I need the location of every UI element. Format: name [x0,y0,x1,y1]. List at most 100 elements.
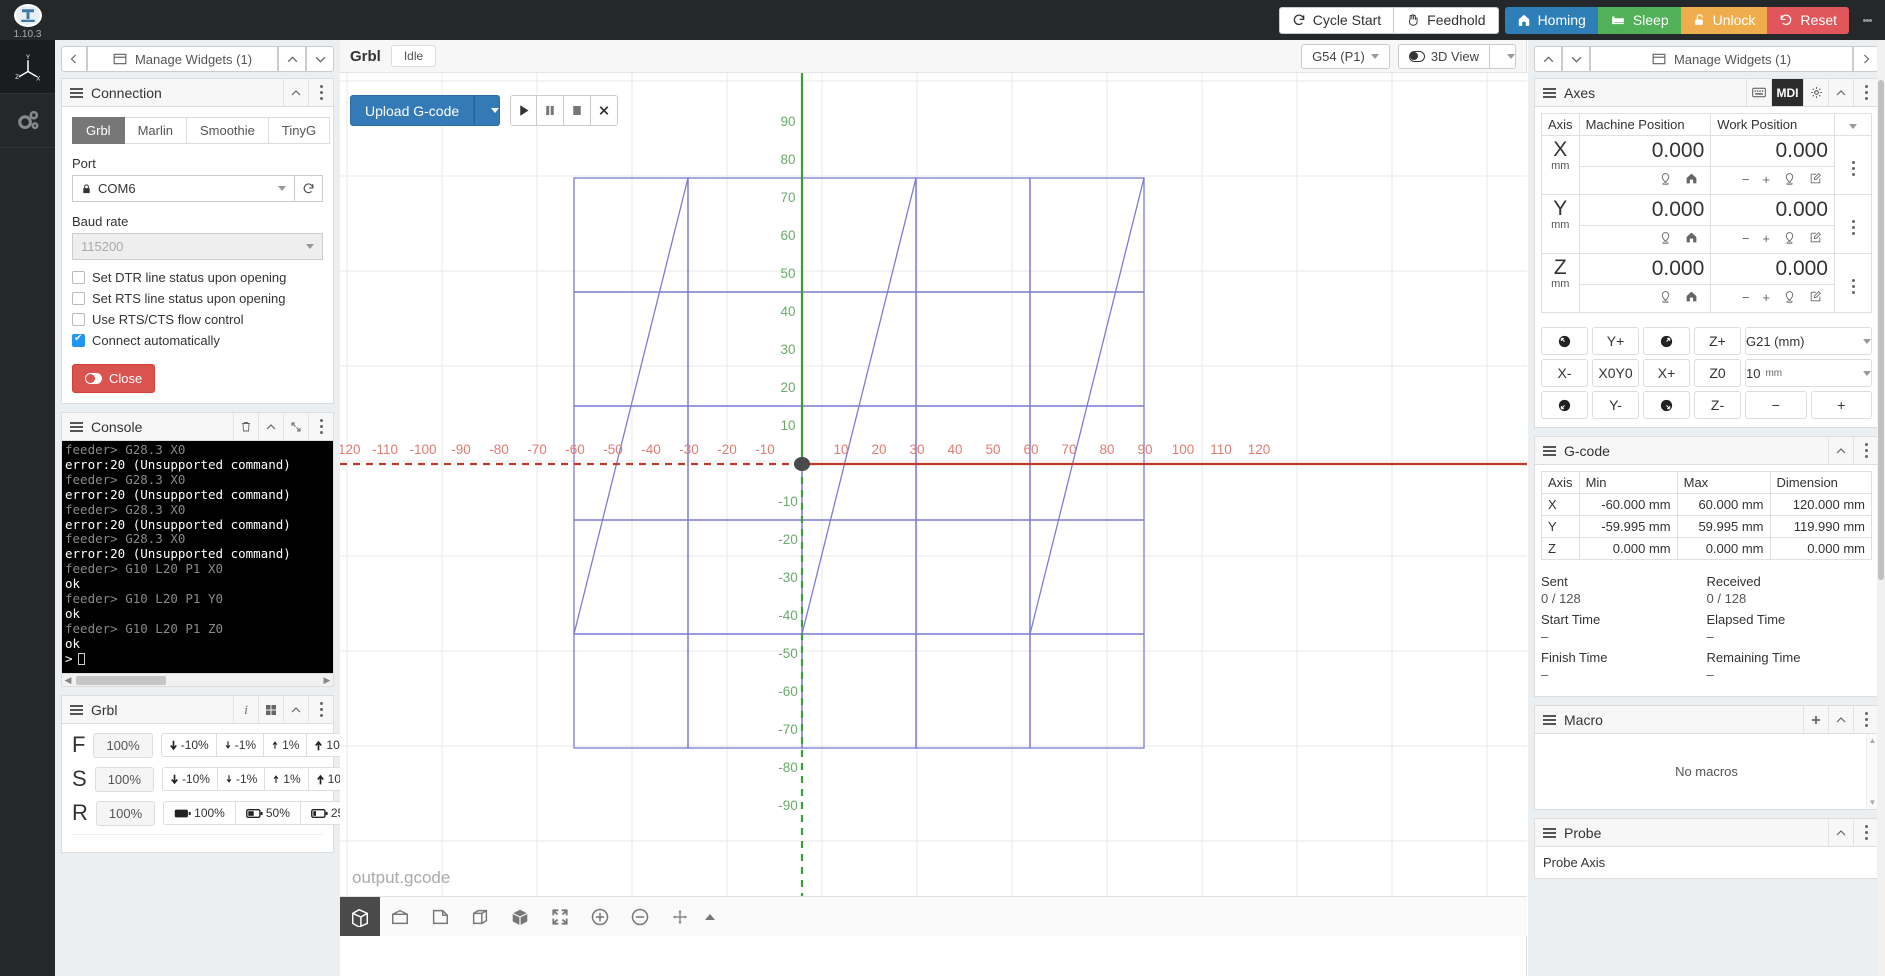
grbl-overflow-menu[interactable] [308,696,333,723]
checkbox-set-dtr[interactable] [72,271,85,284]
checkbox-auto-connect[interactable] [72,333,85,347]
tab-smoothie[interactable]: Smoothie [186,117,269,144]
upload-gcode-dropdown-button[interactable] [474,95,501,126]
jog-step-increase-button[interactable]: + [1810,391,1872,419]
feed-plus-1-button[interactable]: 1% [264,733,308,757]
feed-plus-10-button[interactable]: 10% [307,733,340,757]
macro-overflow-menu[interactable] [1853,706,1878,733]
rapid-25-button[interactable]: 25% [300,801,340,825]
spindle-minus-10-button[interactable]: -10% [161,767,218,791]
gcode-overflow-menu[interactable] [1853,437,1878,464]
jog-rotate-downleft-button[interactable] [1541,391,1588,419]
jog-x-plus-button[interactable]: X+ [1643,359,1690,387]
console-overflow-menu[interactable] [308,413,333,440]
grbl-info-button[interactable]: i [233,696,258,723]
decrement-x-icon[interactable]: − [1742,172,1750,189]
drag-handle-icon[interactable] [70,420,83,434]
view-front-icon[interactable] [420,897,460,937]
console-collapse-button[interactable] [258,413,283,440]
jog-z0-button[interactable]: Z0 [1694,359,1741,387]
zero-work-y-icon[interactable] [1783,231,1796,248]
axes-settings-button[interactable] [1803,79,1828,106]
checkbox-rtscts[interactable] [72,313,85,326]
view-right-icon[interactable] [460,897,500,937]
pause-button[interactable] [537,95,565,126]
jog-z-minus-button[interactable]: Z- [1694,391,1741,419]
wcs-select-button[interactable]: G54 (P1) [1301,43,1390,69]
drag-handle-icon[interactable] [1543,826,1556,840]
view-iso-icon[interactable] [500,897,540,937]
keypad-toggle-button[interactable] [1746,79,1771,106]
probe-overflow-menu[interactable] [1853,819,1878,846]
baud-rate-select[interactable]: 115200 [72,233,323,260]
drag-handle-icon[interactable] [70,86,83,100]
view-3d-icon[interactable] [340,896,380,936]
port-select[interactable]: COM6 [72,175,295,202]
jog-step-select[interactable]: 10 mm [1745,359,1872,387]
sidebar-item-workspace[interactable]: Y Z X [0,40,55,94]
feed-minus-1-button[interactable]: -1% [216,733,265,757]
tab-grbl[interactable]: Grbl [72,117,125,144]
edit-work-z-icon[interactable] [1809,290,1822,307]
close-file-button[interactable] [591,95,619,126]
homing-button[interactable]: Homing [1504,6,1598,34]
scroll-left-arrow-icon[interactable]: ◀ [62,675,74,686]
axis-menu-y[interactable] [1834,194,1872,254]
zoom-in-icon[interactable] [580,897,620,937]
scroll-down-arrow-icon[interactable]: ▼ [1869,798,1877,807]
scrollbar-thumb[interactable] [76,675,166,685]
gcode-collapse-button[interactable] [1828,437,1853,464]
collapse-left-panel-button[interactable] [61,46,87,72]
spindle-plus-1-button[interactable]: 1% [265,767,309,791]
sleep-button[interactable]: Sleep [1597,6,1681,34]
jog-step-decrease-button[interactable]: − [1745,391,1807,419]
manage-widgets-button-right[interactable]: Manage Widgets (1) [1590,46,1853,72]
close-connection-button[interactable]: Close [72,364,156,393]
jog-x-minus-button[interactable]: X- [1541,359,1588,387]
increment-x-icon[interactable]: + [1762,172,1770,189]
edit-work-x-icon[interactable] [1809,172,1822,189]
move-widget-down-button-left[interactable] [306,46,334,72]
sidebar-item-settings[interactable] [0,94,55,148]
add-macro-button[interactable] [1803,706,1828,733]
scrollbar-thumb[interactable] [1878,80,1884,580]
drag-handle-icon[interactable] [1543,86,1556,100]
jog-rotate-downright-button[interactable] [1643,391,1690,419]
reset-button[interactable]: Reset [1767,6,1849,34]
axes-col-menu[interactable] [1834,113,1872,136]
right-panel-scrollbar[interactable] [1877,40,1885,976]
decrement-y-icon[interactable]: − [1742,231,1750,248]
collapse-right-panel-button[interactable] [1853,46,1879,72]
view-mode-dropdown-button[interactable] [1490,43,1516,69]
unlock-button[interactable]: Unlock [1680,6,1768,34]
connection-overflow-menu[interactable] [308,79,333,106]
checkbox-row-auto-connect[interactable]: Connect automatically [72,333,323,348]
rapid-100-button[interactable]: 100% [163,801,236,825]
drag-handle-icon[interactable] [1543,444,1556,458]
spindle-minus-1-button[interactable]: -1% [217,767,266,791]
jog-y-minus-button[interactable]: Y- [1592,391,1639,419]
rapid-50-button[interactable]: 50% [235,801,301,825]
axes-collapse-button[interactable] [1828,79,1853,106]
move-widget-down-button-right[interactable] [1562,46,1590,72]
probe-collapse-button[interactable] [1828,819,1853,846]
topbar-overflow-menu[interactable] [1853,0,1881,40]
connection-collapse-button[interactable] [283,79,308,106]
decrement-z-icon[interactable]: − [1742,290,1750,307]
view-mode-button[interactable]: 3D View [1397,43,1490,69]
axis-menu-z[interactable] [1834,253,1872,313]
feed-minus-10-button[interactable]: -10% [160,733,217,757]
console-clear-button[interactable] [233,413,258,440]
cncjs-logo-icon[interactable] [13,4,42,27]
upload-gcode-button[interactable]: Upload G-code [350,95,475,126]
zero-work-z-icon[interactable] [1783,290,1796,307]
checkbox-set-rts[interactable] [72,292,85,305]
console-expand-button[interactable] [283,413,308,440]
scroll-up-arrow-icon[interactable]: ▲ [1869,736,1877,745]
console-prompt-line[interactable]: > [65,651,330,667]
tab-tinyg[interactable]: TinyG [268,117,331,144]
axis-menu-x[interactable] [1834,135,1872,195]
jog-rotate-upleft-button[interactable] [1541,327,1588,355]
checkbox-row-set-dtr[interactable]: Set DTR line status upon opening [72,270,323,285]
checkbox-row-set-rts[interactable]: Set RTS line status upon opening [72,291,323,306]
